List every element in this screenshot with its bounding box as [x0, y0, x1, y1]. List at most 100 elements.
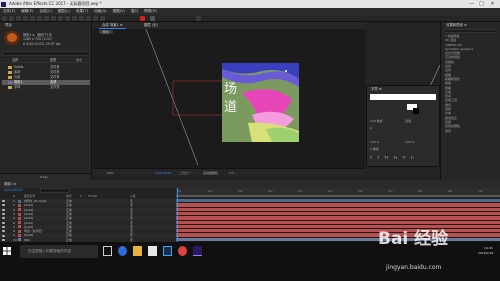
visibility-eye-icon[interactable] — [2, 208, 5, 211]
menu-window[interactable]: 窗口 — [131, 8, 138, 15]
system-date[interactable]: 2018/2/26 — [478, 251, 493, 255]
composition-canvas[interactable]: 场 道 场道 — [222, 63, 299, 142]
font-family-dropdown[interactable] — [370, 94, 436, 100]
rotate-tool-icon[interactable] — [30, 16, 35, 21]
hand-tool-icon[interactable] — [16, 16, 21, 21]
maximize-button[interactable]: □ — [477, 0, 486, 8]
layer-label-color[interactable] — [18, 225, 21, 229]
system-clock[interactable]: 19:43 — [484, 246, 493, 250]
menu-file[interactable]: 文件(F) — [3, 8, 15, 15]
layer-label-color[interactable] — [18, 238, 21, 242]
close-button[interactable]: ✕ — [488, 0, 497, 8]
project-tab[interactable]: 项目 — [2, 22, 15, 28]
visibility-eye-icon[interactable] — [2, 234, 5, 237]
view-layout-dropdown[interactable]: 1个... — [229, 171, 237, 175]
column-size[interactable]: 大小 — [76, 58, 82, 63]
menu-view[interactable]: 视图(V) — [112, 8, 124, 15]
baseline-shift-field[interactable]: 0 像素 — [370, 147, 379, 151]
stroke-color-swatch[interactable] — [413, 108, 419, 114]
home-tool-icon[interactable] — [2, 16, 7, 21]
rectangle-tool-icon[interactable] — [51, 16, 56, 21]
store-icon[interactable] — [148, 246, 157, 256]
project-search-input[interactable] — [2, 51, 90, 56]
timeline-current-time[interactable]: 0;00;00;00 — [4, 188, 23, 192]
menu-layer[interactable]: 图层(L) — [58, 8, 70, 15]
effects-presets-tab[interactable]: 效果和预设 ≡ — [443, 22, 470, 28]
visibility-eye-icon[interactable] — [2, 225, 5, 228]
visibility-eye-icon[interactable] — [2, 221, 5, 224]
effects-category-item[interactable]: 遮罩 — [445, 129, 473, 133]
camera-view-dropdown[interactable]: 活动摄像机 — [203, 171, 218, 175]
layer-label-color[interactable] — [18, 212, 21, 216]
layer-label-color[interactable] — [18, 199, 21, 203]
pan-behind-tool-icon[interactable] — [44, 16, 49, 21]
leading-field[interactable]: 自动 — [405, 119, 411, 123]
visibility-eye-icon[interactable] — [2, 230, 5, 233]
faux-bold-button[interactable]: T — [370, 156, 372, 160]
project-item[interactable]: 字体 文件夹 — [2, 85, 90, 90]
pen-tool-icon[interactable] — [58, 16, 63, 21]
horizontal-scale-field[interactable]: 100 % — [405, 140, 415, 144]
visibility-eye-icon[interactable] — [2, 238, 5, 241]
effects-search-input[interactable] — [444, 29, 498, 33]
timeline-search-input[interactable] — [40, 188, 70, 193]
clone-tool-icon[interactable] — [79, 16, 84, 21]
camera-tool-icon[interactable] — [37, 16, 42, 21]
layer-label-color[interactable] — [18, 221, 21, 225]
timeline-ruler[interactable]: 0s 01s 02s 03s 04s 05s 06s 07s 08s 09s 10s — [176, 188, 500, 195]
work-area-bar[interactable] — [176, 195, 500, 197]
layer-label-color[interactable] — [18, 229, 21, 233]
menu-help[interactable]: 帮助(H) — [144, 8, 157, 15]
selection-tool-icon[interactable] — [9, 16, 14, 21]
snap-toggle-icon[interactable] — [196, 16, 201, 21]
fill-color-swatch[interactable] — [140, 16, 145, 21]
small-caps-button[interactable]: Tт — [393, 156, 397, 160]
text-tool-icon[interactable] — [65, 16, 70, 21]
stroke-color-swatch[interactable] — [150, 16, 155, 21]
menu-animation[interactable]: 动画(A) — [94, 8, 106, 15]
taskbar-search-input[interactable]: 在这里输入你要搜索的内容 — [20, 245, 98, 258]
column-type[interactable]: 类型 — [50, 58, 56, 63]
layer-label-color[interactable] — [18, 203, 21, 207]
subscript-button[interactable]: T₁ — [411, 156, 414, 160]
menu-edit[interactable]: 编辑(E) — [21, 8, 33, 15]
brush-tool-icon[interactable] — [72, 16, 77, 21]
current-time-display[interactable]: 0;00;00;00 — [155, 171, 171, 175]
resolution-dropdown[interactable]: 二分之一 — [179, 171, 191, 175]
vertical-scale-field[interactable]: 100 % — [370, 140, 380, 144]
faux-italic-button[interactable]: T — [377, 156, 379, 160]
puppet-tool-icon[interactable] — [100, 16, 105, 21]
task-view-icon[interactable] — [103, 246, 112, 256]
playhead[interactable] — [177, 188, 178, 242]
menu-composition[interactable]: 合成(C) — [39, 8, 52, 15]
layer-label-color[interactable] — [18, 216, 21, 220]
after-effects-taskbar-icon[interactable] — [193, 246, 202, 256]
layer-label-color[interactable] — [18, 234, 21, 238]
column-name[interactable]: 名称 — [12, 58, 18, 62]
visibility-eye-icon[interactable] — [2, 213, 5, 216]
chrome-icon[interactable] — [178, 246, 187, 256]
zoom-dropdown[interactable]: 50% — [107, 171, 114, 175]
minimize-button[interactable]: — — [467, 0, 476, 8]
visibility-eye-icon[interactable] — [2, 217, 5, 220]
edge-browser-icon[interactable] — [118, 246, 127, 256]
tab-composition[interactable]: 合成 场景1 ≡ — [99, 22, 126, 29]
tracking-field[interactable]: 0 — [370, 126, 372, 130]
superscript-button[interactable]: T¹ — [402, 156, 405, 160]
layer-label-color[interactable] — [18, 208, 21, 212]
file-explorer-icon[interactable] — [133, 246, 142, 256]
windows-start-icon[interactable] — [3, 247, 11, 255]
font-size-field[interactable]: 100 像素 — [370, 119, 383, 123]
bit-depth-label[interactable]: 8 bpc — [40, 175, 48, 179]
menu-effect[interactable]: 效果(T) — [76, 8, 88, 15]
visibility-eye-icon[interactable] — [2, 200, 5, 203]
photoshop-icon[interactable] — [163, 246, 172, 256]
zoom-tool-icon[interactable] — [23, 16, 28, 21]
eraser-tool-icon[interactable] — [86, 16, 91, 21]
character-tab[interactable]: 字符 ≡ — [368, 86, 385, 92]
tab-layer[interactable]: 图层 (无) — [141, 22, 161, 29]
all-caps-button[interactable]: TT — [384, 156, 388, 160]
timeline-tab[interactable]: 场景1 ≡ — [4, 181, 16, 186]
visibility-eye-icon[interactable] — [2, 204, 5, 207]
roto-brush-tool-icon[interactable] — [93, 16, 98, 21]
